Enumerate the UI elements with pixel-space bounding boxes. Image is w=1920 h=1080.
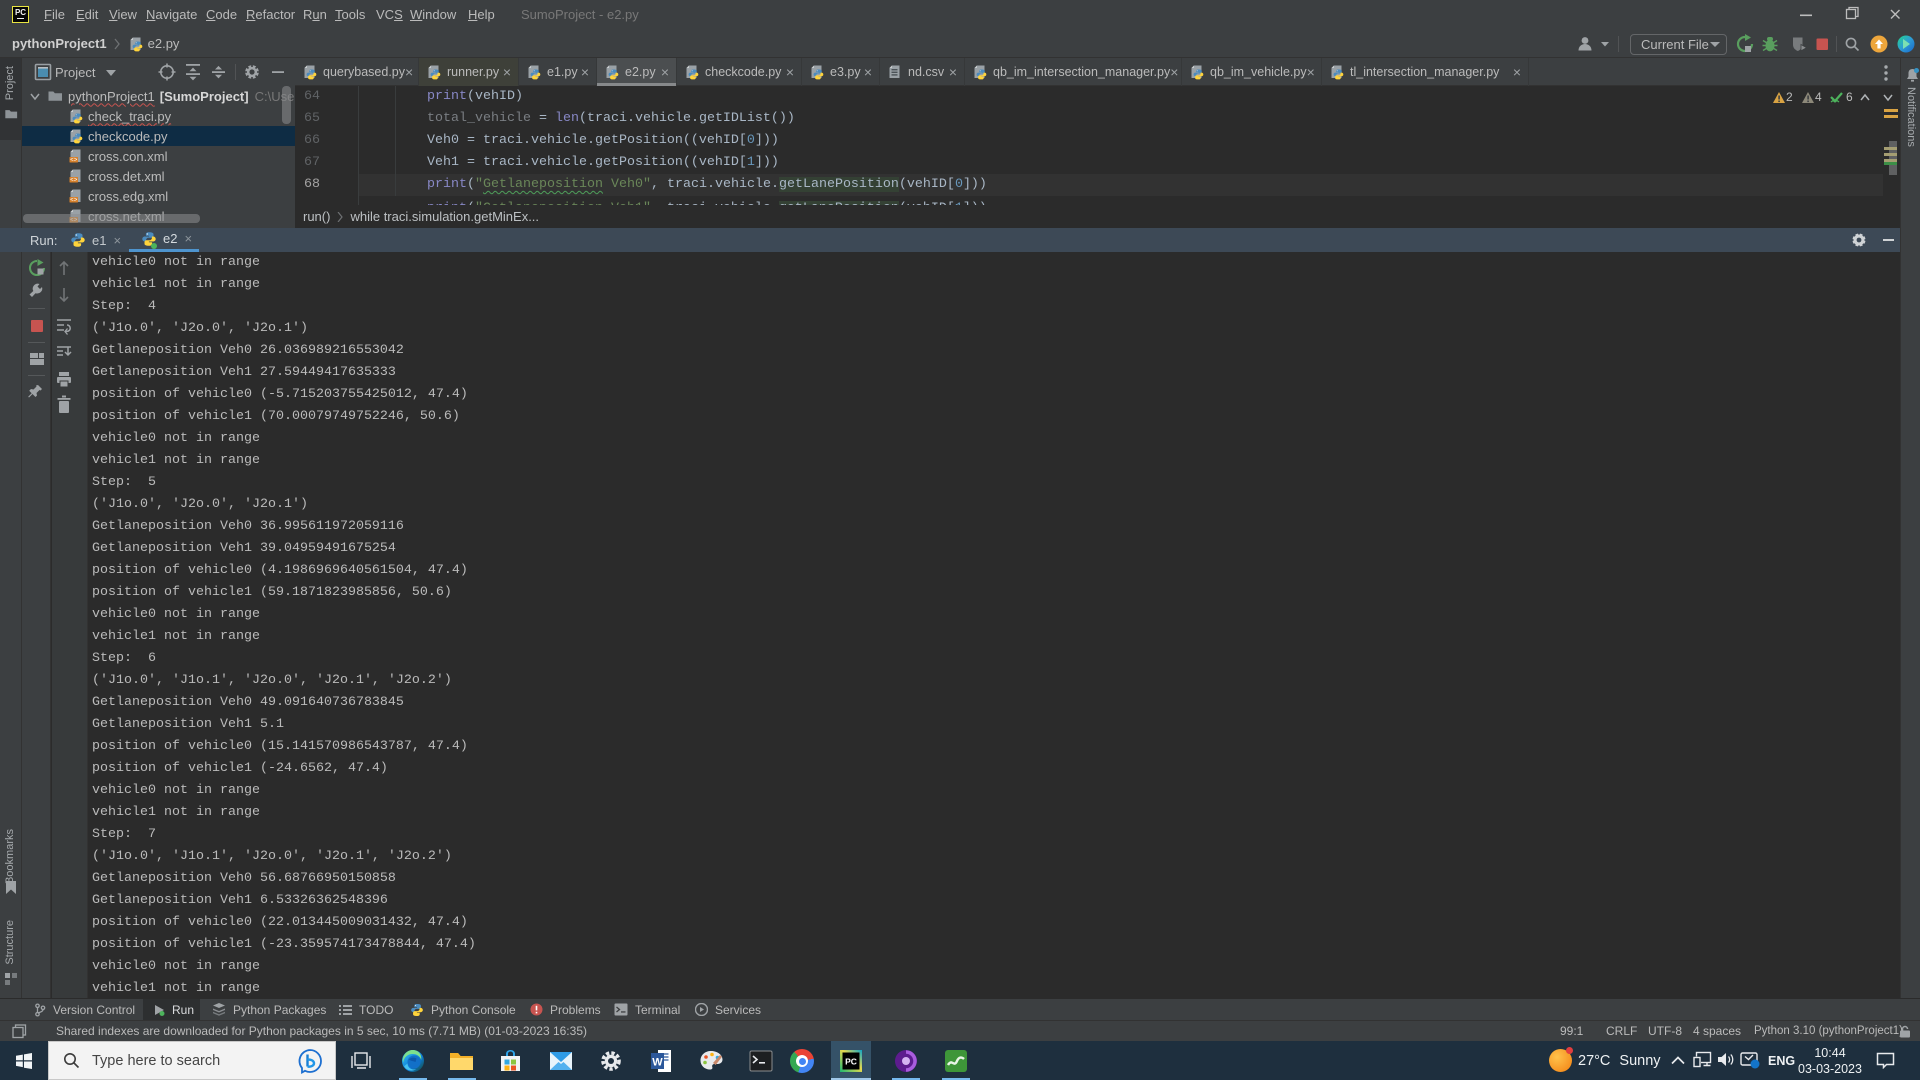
svg-text:W: W xyxy=(652,1057,663,1069)
svg-text:Project: Project xyxy=(55,65,96,80)
svg-text:PC: PC xyxy=(845,1057,857,1067)
